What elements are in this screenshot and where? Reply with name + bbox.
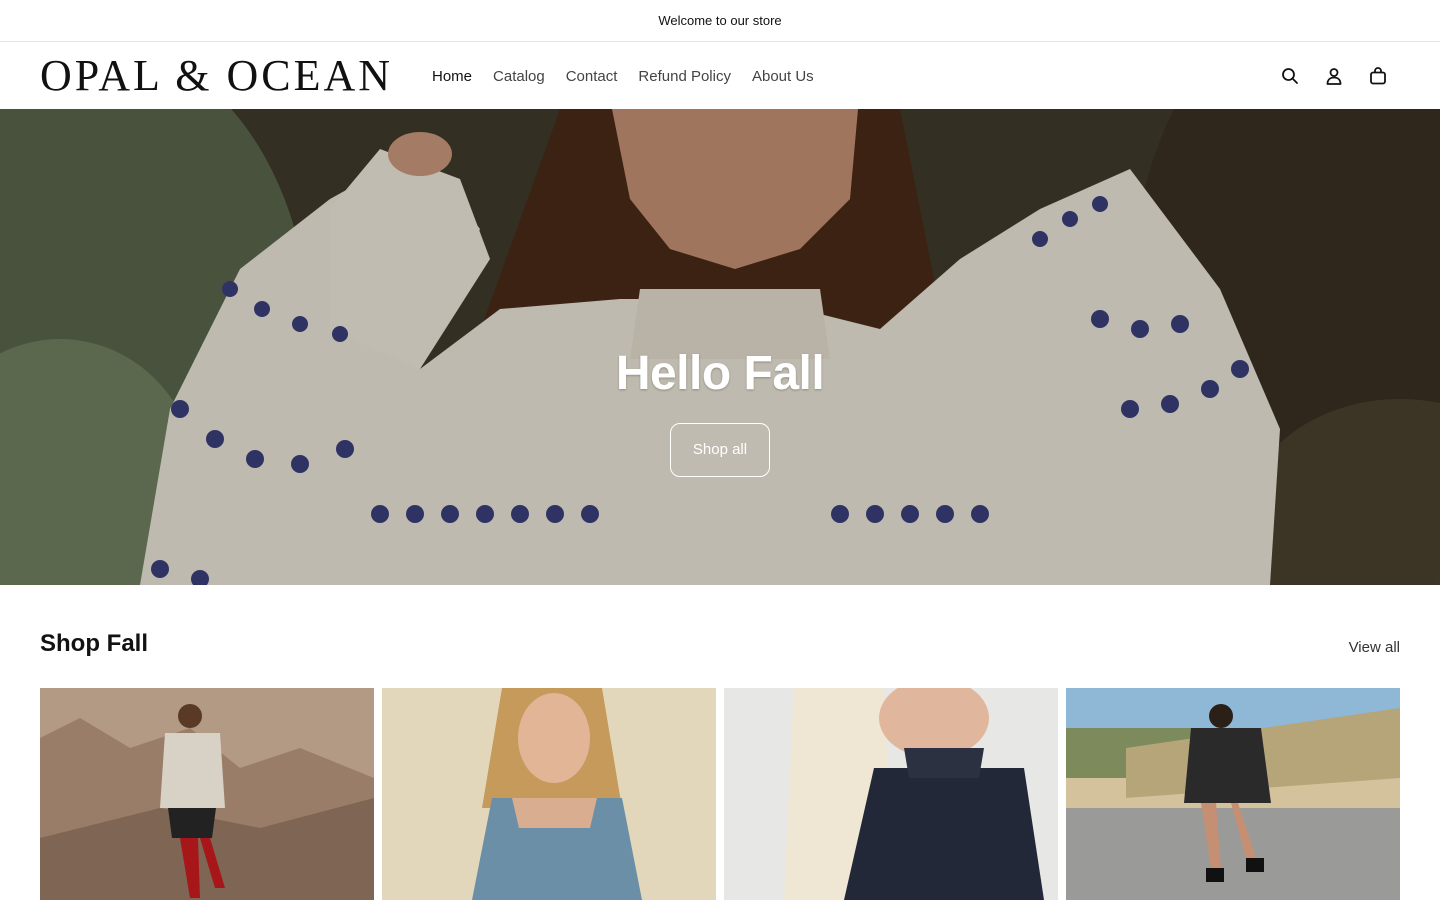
nav-catalog[interactable]: Catalog [493,68,545,85]
nav-contact[interactable]: Contact [566,68,618,85]
search-icon[interactable] [1280,66,1300,86]
nav-about-us[interactable]: About Us [752,68,814,85]
hero-content: Hello Fall Shop all [0,109,1440,585]
product-card[interactable] [382,688,716,900]
product-image [40,688,374,900]
shop-all-button[interactable]: Shop all [670,422,770,477]
main-nav: Home Catalog Contact Refund Policy About… [432,43,835,109]
nav-refund-policy[interactable]: Refund Policy [638,68,731,85]
cart-icon[interactable] [1368,66,1388,86]
product-card[interactable] [724,688,1058,900]
header-icons [1280,43,1388,109]
product-image [724,688,1058,900]
product-grid [40,688,1400,900]
logo-text: OPAL & OCEAN [40,51,394,100]
nav-home[interactable]: Home [432,68,472,85]
view-all-link[interactable]: View all [1349,639,1400,656]
store-logo[interactable]: OPAL & OCEAN [40,51,414,100]
hero-title: Hello Fall [615,346,825,400]
product-card[interactable] [1066,688,1400,900]
announcement-text: Welcome to our store [658,13,782,28]
product-image [1066,688,1400,900]
account-icon[interactable] [1324,66,1344,86]
hero-banner: Hello Fall Shop all [0,109,1440,585]
product-card[interactable] [40,688,374,900]
announcement-bar: Welcome to our store [0,0,1440,42]
collection-title: Shop Fall [40,630,148,657]
product-image [382,688,716,900]
site-header: OPAL & OCEAN Home Catalog Contact Refund… [0,43,1440,109]
